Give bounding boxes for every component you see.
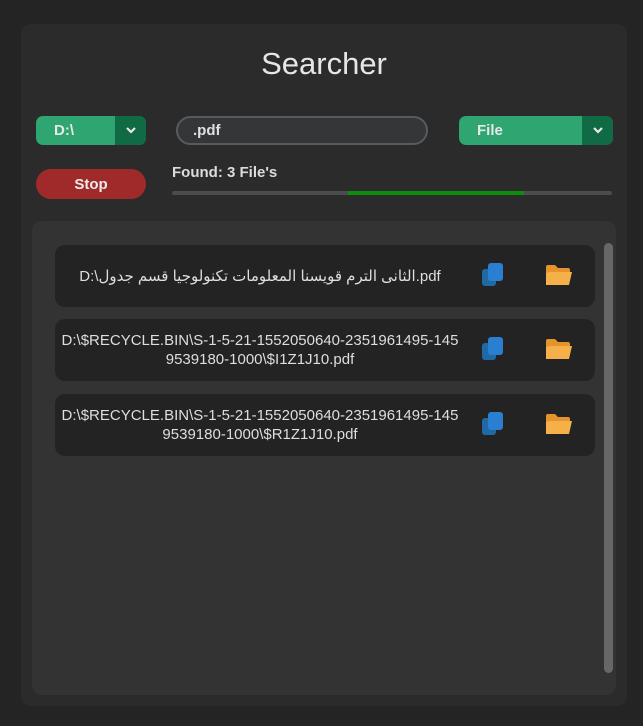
chevron-down-icon <box>125 127 136 134</box>
copy-icon <box>482 263 503 286</box>
search-input[interactable] <box>176 116 428 145</box>
type-dropdown-button[interactable] <box>582 116 613 145</box>
folder-open-icon <box>546 265 572 285</box>
folder-open-icon <box>546 339 572 359</box>
copy-icon <box>482 337 503 360</box>
app-title: Searcher <box>261 46 387 81</box>
type-select[interactable]: File <box>459 116 613 145</box>
result-path: D:\$RECYCLE.BIN\S-1-5-21-1552050640-2351… <box>61 332 459 368</box>
open-folder-button[interactable] <box>545 264 573 290</box>
drive-select-value[interactable]: D:\ <box>36 116 115 145</box>
progress-fill <box>348 191 524 195</box>
chevron-down-icon <box>592 127 603 134</box>
drive-dropdown-button[interactable] <box>115 116 146 145</box>
open-folder-button[interactable] <box>545 413 573 439</box>
result-row: D:\الثانى الترم قويسنا المعلومات تكنولوج… <box>55 245 595 307</box>
stop-button[interactable]: Stop <box>36 169 146 199</box>
open-folder-button[interactable] <box>545 338 573 364</box>
found-count: Found: 3 File's <box>172 164 278 181</box>
result-path: D:\$RECYCLE.BIN\S-1-5-21-1552050640-2351… <box>61 407 459 443</box>
folder-open-icon <box>546 414 572 434</box>
result-row: D:\$RECYCLE.BIN\S-1-5-21-1552050640-2351… <box>55 319 595 381</box>
copy-path-button[interactable] <box>482 337 510 363</box>
result-row: D:\$RECYCLE.BIN\S-1-5-21-1552050640-2351… <box>55 394 595 456</box>
results-scrollbar[interactable] <box>604 243 613 673</box>
copy-path-button[interactable] <box>482 412 510 438</box>
progress-bar <box>172 191 612 195</box>
results-list[interactable]: D:\الثانى الترم قويسنا المعلومات تكنولوج… <box>32 221 616 695</box>
copy-path-button[interactable] <box>482 263 510 289</box>
type-select-value[interactable]: File <box>459 116 582 145</box>
copy-icon <box>482 412 503 435</box>
drive-select[interactable]: D:\ <box>36 116 146 145</box>
main-panel: Searcher D:\ File Stop Found: 3 File's D… <box>21 24 627 706</box>
result-path: D:\الثانى الترم قويسنا المعلومات تكنولوج… <box>79 267 441 285</box>
